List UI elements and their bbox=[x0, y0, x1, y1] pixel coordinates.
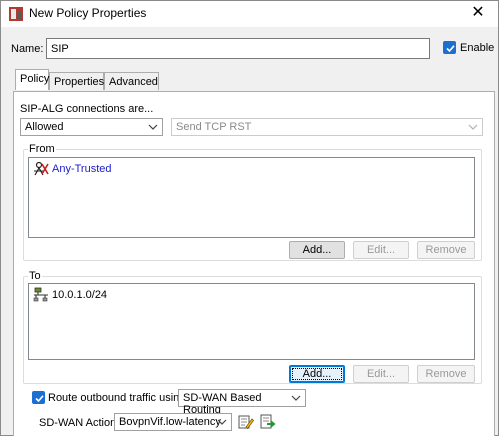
checkmark-icon bbox=[446, 45, 455, 53]
policy-dialog: New Policy Properties ✕ Name: Enable Pol… bbox=[0, 0, 499, 436]
routing-select[interactable]: SD-WAN Based Routing bbox=[178, 389, 306, 416]
reset-select: Send TCP RST bbox=[171, 118, 483, 136]
tab-properties[interactable]: Properties bbox=[49, 72, 104, 90]
list-item[interactable]: Any-Trusted bbox=[33, 161, 112, 177]
title-bar: New Policy Properties ✕ bbox=[1, 1, 498, 27]
reset-select-value: Send TCP RST bbox=[176, 121, 252, 133]
to-add-button[interactable]: Add... bbox=[289, 365, 345, 383]
edit-action-icon[interactable] bbox=[238, 414, 255, 430]
enable-checkbox[interactable] bbox=[443, 41, 456, 54]
route-label: Route outbound traffic using bbox=[48, 392, 186, 404]
any-trusted-icon bbox=[34, 161, 49, 176]
connections-label: SIP-ALG connections are... bbox=[20, 103, 154, 115]
from-legend: From bbox=[28, 143, 56, 155]
add-action-icon[interactable] bbox=[260, 414, 276, 430]
to-entry-label: 10.0.1.0/24 bbox=[52, 289, 108, 301]
route-checkbox[interactable] bbox=[32, 391, 45, 404]
action-select-value: Allowed bbox=[25, 121, 64, 133]
app-icon bbox=[9, 7, 23, 21]
name-label: Name: bbox=[11, 43, 44, 55]
list-item[interactable]: 10.0.1.0/24 bbox=[33, 287, 107, 303]
from-add-button[interactable]: Add... bbox=[289, 241, 345, 259]
close-button[interactable]: ✕ bbox=[468, 3, 488, 23]
chevron-down-icon bbox=[148, 124, 158, 130]
sdwan-action-value: BovpnVif.low-latency bbox=[119, 416, 221, 428]
enable-label: Enable bbox=[460, 42, 495, 54]
to-edit-button: Edit... bbox=[353, 365, 409, 383]
action-select[interactable]: Allowed bbox=[20, 118, 163, 136]
from-edit-button: Edit... bbox=[353, 241, 409, 259]
sdwan-action-label: SD-WAN Action bbox=[39, 417, 117, 429]
sdwan-action-select[interactable]: BovpnVif.low-latency bbox=[114, 413, 232, 431]
chevron-down-icon bbox=[468, 124, 478, 130]
name-input[interactable] bbox=[46, 38, 430, 59]
window-title: New Policy Properties bbox=[29, 6, 147, 20]
from-remove-button: Remove bbox=[417, 241, 475, 259]
chevron-down-icon bbox=[291, 395, 301, 401]
network-icon bbox=[33, 287, 48, 302]
from-list[interactable]: Any-Trusted bbox=[28, 157, 475, 238]
tab-policy[interactable]: Policy bbox=[15, 69, 49, 90]
checkmark-icon bbox=[35, 395, 44, 403]
chevron-down-icon bbox=[217, 419, 227, 425]
to-legend: To bbox=[28, 270, 42, 282]
policy-tab-panel bbox=[13, 91, 495, 436]
tab-advanced[interactable]: Advanced bbox=[104, 72, 159, 90]
to-list[interactable]: 10.0.1.0/24 bbox=[28, 283, 475, 360]
from-entry-label: Any-Trusted bbox=[52, 163, 112, 175]
to-remove-button: Remove bbox=[417, 365, 475, 383]
